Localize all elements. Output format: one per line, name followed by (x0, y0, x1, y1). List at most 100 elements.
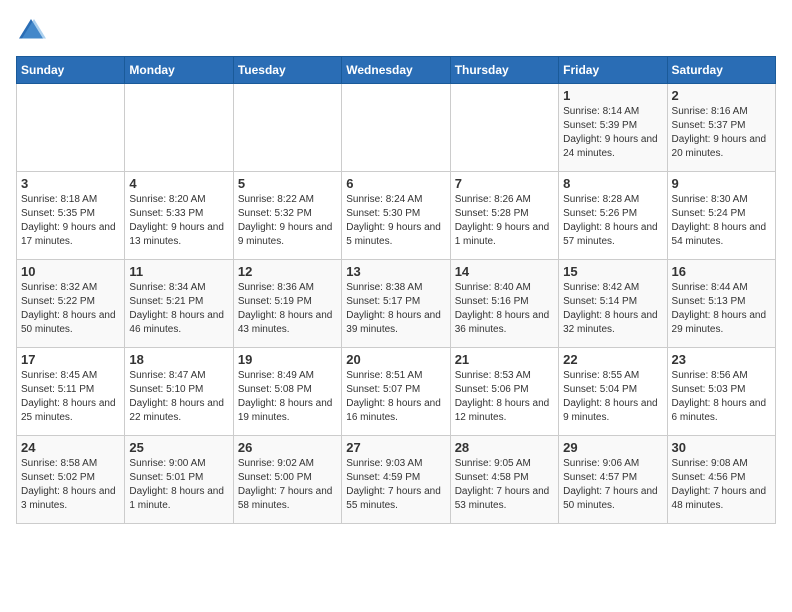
logo (16, 16, 50, 46)
weekday-header-saturday: Saturday (667, 57, 775, 84)
day-number: 27 (346, 440, 445, 455)
calendar-cell: 5 Sunrise: 8:22 AM Sunset: 5:32 PM Daylig… (233, 172, 341, 260)
calendar-cell: 17 Sunrise: 8:45 AM Sunset: 5:11 PM Dayli… (17, 348, 125, 436)
calendar-cell: 15Sunrise: 8:42 AM Sunset: 5:14 PM Dayli… (559, 260, 667, 348)
calendar-week-1: 1 Sunrise: 8:14 AM Sunset: 5:39 PM Daylig… (17, 84, 776, 172)
day-number: 22 (563, 352, 662, 367)
calendar-cell: 19 Sunrise: 8:49 AM Sunset: 5:08 PM Dayli… (233, 348, 341, 436)
calendar-cell: 3 Sunrise: 8:18 AM Sunset: 5:35 PM Daylig… (17, 172, 125, 260)
day-number: 24 (21, 440, 120, 455)
calendar-cell: 2Sunrise: 8:16 AM Sunset: 5:37 PM Daylig… (667, 84, 775, 172)
calendar-cell: 7 Sunrise: 8:26 AM Sunset: 5:28 PM Daylig… (450, 172, 558, 260)
day-info: Sunrise: 8:26 AM Sunset: 5:28 PM Dayligh… (455, 193, 554, 249)
day-number: 8 (563, 176, 662, 191)
calendar-cell (125, 84, 233, 172)
calendar-cell: 26 Sunrise: 9:02 AM Sunset: 5:00 PM Dayli… (233, 436, 341, 524)
day-number: 1 (563, 88, 662, 103)
calendar-cell: 12Sunrise: 8:36 AM Sunset: 5:19 PM Dayli… (233, 260, 341, 348)
header-area (16, 16, 776, 46)
calendar-cell: 22 Sunrise: 8:55 AM Sunset: 5:04 PM Dayli… (559, 348, 667, 436)
day-info: Sunrise: 8:56 AM Sunset: 5:03 PM Dayligh… (672, 369, 771, 425)
calendar-cell: 11 Sunrise: 8:34 AM Sunset: 5:21 PM Dayli… (125, 260, 233, 348)
day-info: Sunrise: 8:34 AM Sunset: 5:21 PM Dayligh… (129, 281, 228, 337)
calendar-cell: 6Sunrise: 8:24 AM Sunset: 5:30 PM Daylig… (342, 172, 450, 260)
calendar-cell: 24 Sunrise: 8:58 AM Sunset: 5:02 PM Dayli… (17, 436, 125, 524)
day-number: 5 (238, 176, 337, 191)
day-info: Sunrise: 8:22 AM Sunset: 5:32 PM Dayligh… (238, 193, 337, 249)
day-number: 20 (346, 352, 445, 367)
calendar-cell: 21 Sunrise: 8:53 AM Sunset: 5:06 PM Dayli… (450, 348, 558, 436)
calendar-cell: 8 Sunrise: 8:28 AM Sunset: 5:26 PM Daylig… (559, 172, 667, 260)
day-number: 18 (129, 352, 228, 367)
day-info: Sunrise: 9:06 AM Sunset: 4:57 PM Dayligh… (563, 457, 662, 513)
day-info: Sunrise: 8:40 AM Sunset: 5:16 PM Dayligh… (455, 281, 554, 337)
calendar-cell: 16 Sunrise: 8:44 AM Sunset: 5:13 PM Dayli… (667, 260, 775, 348)
calendar-cell: 28 Sunrise: 9:05 AM Sunset: 4:58 PM Dayli… (450, 436, 558, 524)
day-number: 16 (672, 264, 771, 279)
weekday-header-friday: Friday (559, 57, 667, 84)
day-info: Sunrise: 9:05 AM Sunset: 4:58 PM Dayligh… (455, 457, 554, 513)
day-number: 6 (346, 176, 445, 191)
calendar-week-5: 24 Sunrise: 8:58 AM Sunset: 5:02 PM Dayli… (17, 436, 776, 524)
calendar-cell: 29 Sunrise: 9:06 AM Sunset: 4:57 PM Dayli… (559, 436, 667, 524)
calendar-cell: 27 Sunrise: 9:03 AM Sunset: 4:59 PM Dayli… (342, 436, 450, 524)
weekday-header-sunday: Sunday (17, 57, 125, 84)
day-info: Sunrise: 9:08 AM Sunset: 4:56 PM Dayligh… (672, 457, 771, 513)
day-number: 26 (238, 440, 337, 455)
calendar-cell: 25 Sunrise: 9:00 AM Sunset: 5:01 PM Dayli… (125, 436, 233, 524)
day-info: Sunrise: 9:02 AM Sunset: 5:00 PM Dayligh… (238, 457, 337, 513)
calendar-cell: 23 Sunrise: 8:56 AM Sunset: 5:03 PM Dayli… (667, 348, 775, 436)
day-number: 12 (238, 264, 337, 279)
calendar-cell: 13Sunrise: 8:38 AM Sunset: 5:17 PM Dayli… (342, 260, 450, 348)
day-info: Sunrise: 8:49 AM Sunset: 5:08 PM Dayligh… (238, 369, 337, 425)
calendar-cell: 10 Sunrise: 8:32 AM Sunset: 5:22 PM Dayli… (17, 260, 125, 348)
weekday-header-wednesday: Wednesday (342, 57, 450, 84)
calendar-cell: 14 Sunrise: 8:40 AM Sunset: 5:16 PM Dayli… (450, 260, 558, 348)
calendar-week-4: 17 Sunrise: 8:45 AM Sunset: 5:11 PM Dayli… (17, 348, 776, 436)
day-number: 21 (455, 352, 554, 367)
day-info: Sunrise: 8:42 AM Sunset: 5:14 PM Dayligh… (563, 281, 662, 337)
calendar-cell: 4Sunrise: 8:20 AM Sunset: 5:33 PM Daylig… (125, 172, 233, 260)
day-info: Sunrise: 8:14 AM Sunset: 5:39 PM Dayligh… (563, 105, 662, 161)
day-info: Sunrise: 8:55 AM Sunset: 5:04 PM Dayligh… (563, 369, 662, 425)
calendar-cell: 20 Sunrise: 8:51 AM Sunset: 5:07 PM Dayli… (342, 348, 450, 436)
day-number: 3 (21, 176, 120, 191)
day-info: Sunrise: 8:53 AM Sunset: 5:06 PM Dayligh… (455, 369, 554, 425)
weekday-header-thursday: Thursday (450, 57, 558, 84)
calendar-week-3: 10 Sunrise: 8:32 AM Sunset: 5:22 PM Dayli… (17, 260, 776, 348)
day-number: 29 (563, 440, 662, 455)
day-number: 11 (129, 264, 228, 279)
day-info: Sunrise: 8:18 AM Sunset: 5:35 PM Dayligh… (21, 193, 120, 249)
day-number: 10 (21, 264, 120, 279)
day-info: Sunrise: 8:47 AM Sunset: 5:10 PM Dayligh… (129, 369, 228, 425)
day-number: 23 (672, 352, 771, 367)
calendar-cell (17, 84, 125, 172)
day-number: 9 (672, 176, 771, 191)
calendar-cell (450, 84, 558, 172)
day-info: Sunrise: 8:45 AM Sunset: 5:11 PM Dayligh… (21, 369, 120, 425)
day-info: Sunrise: 8:58 AM Sunset: 5:02 PM Dayligh… (21, 457, 120, 513)
day-number: 7 (455, 176, 554, 191)
day-number: 17 (21, 352, 120, 367)
calendar-cell: 1 Sunrise: 8:14 AM Sunset: 5:39 PM Daylig… (559, 84, 667, 172)
day-info: Sunrise: 8:32 AM Sunset: 5:22 PM Dayligh… (21, 281, 120, 337)
day-info: Sunrise: 8:51 AM Sunset: 5:07 PM Dayligh… (346, 369, 445, 425)
day-info: Sunrise: 8:30 AM Sunset: 5:24 PM Dayligh… (672, 193, 771, 249)
day-info: Sunrise: 8:44 AM Sunset: 5:13 PM Dayligh… (672, 281, 771, 337)
calendar-cell (342, 84, 450, 172)
day-info: Sunrise: 8:16 AM Sunset: 5:37 PM Dayligh… (672, 105, 771, 161)
day-number: 14 (455, 264, 554, 279)
calendar-table: SundayMondayTuesdayWednesdayThursdayFrid… (16, 56, 776, 524)
day-number: 25 (129, 440, 228, 455)
day-info: Sunrise: 8:28 AM Sunset: 5:26 PM Dayligh… (563, 193, 662, 249)
day-info: Sunrise: 9:00 AM Sunset: 5:01 PM Dayligh… (129, 457, 228, 513)
day-number: 28 (455, 440, 554, 455)
calendar-cell: 18 Sunrise: 8:47 AM Sunset: 5:10 PM Dayli… (125, 348, 233, 436)
day-info: Sunrise: 9:03 AM Sunset: 4:59 PM Dayligh… (346, 457, 445, 513)
day-number: 19 (238, 352, 337, 367)
calendar-cell: 30Sunrise: 9:08 AM Sunset: 4:56 PM Dayli… (667, 436, 775, 524)
logo-icon (16, 16, 46, 46)
calendar-cell: 9 Sunrise: 8:30 AM Sunset: 5:24 PM Daylig… (667, 172, 775, 260)
calendar-week-2: 3 Sunrise: 8:18 AM Sunset: 5:35 PM Daylig… (17, 172, 776, 260)
calendar-cell (233, 84, 341, 172)
